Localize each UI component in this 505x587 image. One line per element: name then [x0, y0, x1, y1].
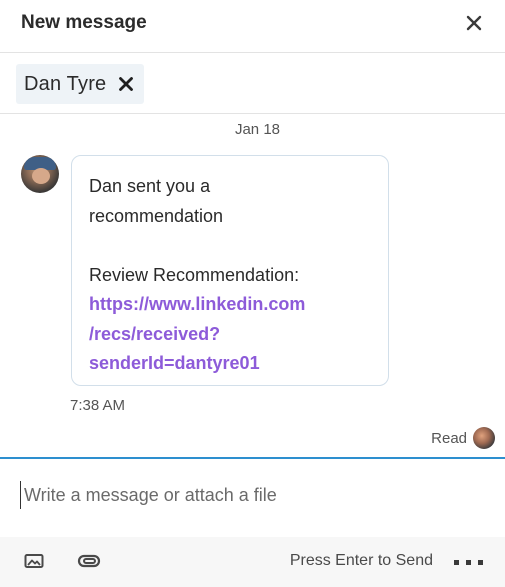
review-label: Review Recommendation:	[89, 264, 300, 285]
avatar-face	[32, 168, 50, 184]
image-icon[interactable]	[24, 553, 44, 574]
recommendation-link-line-1[interactable]: https://www.linkedin.com	[89, 290, 371, 320]
message-line: recommendation	[89, 205, 224, 226]
remove-x-icon[interactable]	[118, 76, 134, 92]
attachment-icon[interactable]	[76, 551, 102, 576]
message-bubble: Dan sent you a recommendation Review Rec…	[71, 155, 389, 386]
close-icon[interactable]	[463, 12, 485, 34]
send-hint: Press Enter to Send	[289, 552, 433, 569]
recommendation-link-line-2[interactable]: /recs/received?	[89, 320, 371, 350]
read-label: Read	[431, 429, 467, 447]
sender-avatar[interactable]	[21, 155, 59, 193]
reader-avatar	[473, 427, 495, 449]
message-timestamp: 7:38 AM	[70, 397, 126, 414]
read-receipt: Read	[431, 426, 495, 450]
message-composer: Press Enter to Send	[0, 457, 505, 587]
recipient-chip[interactable]: Dan Tyre	[16, 64, 145, 104]
panel-header: New message	[0, 0, 505, 53]
recipient-name: Dan Tyre	[24, 72, 107, 95]
composer-footer: Press Enter to Send	[0, 537, 505, 587]
recipients-row: Dan Tyre	[0, 53, 505, 114]
panel-title: New message	[21, 12, 147, 33]
more-options-icon[interactable]	[453, 552, 485, 572]
date-separator: Jan 18	[234, 121, 281, 138]
message-input[interactable]	[20, 481, 484, 509]
message-line: Dan sent you a	[89, 176, 211, 196]
message-panel: New message Dan Tyre Jan 18 Dan sent you…	[0, 0, 505, 587]
message-gap	[89, 231, 371, 261]
recommendation-link-line-3[interactable]: senderId=dantyre01	[89, 349, 371, 379]
